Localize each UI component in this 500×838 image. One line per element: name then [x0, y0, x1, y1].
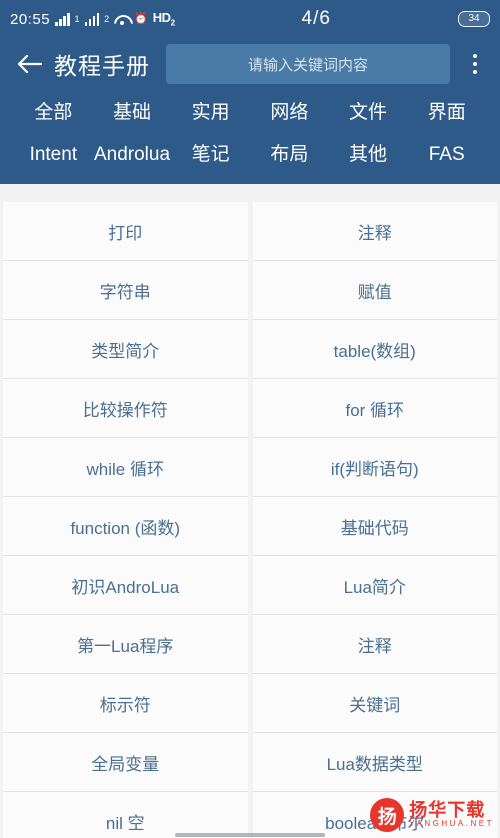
- app-bar: 教程手册 请输入关键词内容: [0, 38, 500, 94]
- category-tab-ui[interactable]: 界面: [407, 96, 486, 130]
- battery-icon: 34: [458, 11, 490, 27]
- list-item[interactable]: 打印: [3, 202, 248, 261]
- status-bar: 20:55 1 2 ⏰ HD2 4/6 34: [0, 0, 500, 38]
- list-item[interactable]: 初识AndroLua: [3, 556, 248, 615]
- list-item[interactable]: nil 空: [3, 792, 248, 838]
- search-input[interactable]: 请输入关键词内容: [166, 44, 450, 84]
- alarm-icon: ⏰: [134, 12, 148, 25]
- page-title: 教程手册: [54, 53, 150, 79]
- category-tab-file[interactable]: 文件: [329, 96, 408, 130]
- list-item[interactable]: boolean 布尔: [252, 792, 497, 838]
- category-tab-notes[interactable]: 笔记: [171, 138, 250, 172]
- list-item[interactable]: table(数组): [252, 320, 497, 379]
- list-item[interactable]: 基础代码: [252, 497, 497, 556]
- sim1-label: 1: [74, 14, 80, 24]
- category-tab-other[interactable]: 其他: [329, 138, 408, 172]
- list-item[interactable]: while 循环: [3, 438, 248, 497]
- tutorial-list[interactable]: 打印 注释 字符串 赋值 类型简介 table(数组) 比较操作符 for 循环…: [0, 198, 500, 838]
- signal-bars-icon-1: [55, 12, 70, 26]
- page-indicator: 4/6: [301, 8, 331, 29]
- tutorial-grid: 打印 注释 字符串 赋值 类型简介 table(数组) 比较操作符 for 循环…: [0, 198, 500, 838]
- list-item[interactable]: if(判断语句): [252, 438, 497, 497]
- status-bar-right: 34: [458, 11, 490, 27]
- list-item[interactable]: 关键词: [252, 674, 497, 733]
- category-tabs: 全部 基础 实用 网络 文件 界面 Intent Androlua 笔记 布局 …: [0, 94, 500, 184]
- list-item[interactable]: 注释: [252, 615, 497, 674]
- phone-screen: 20:55 1 2 ⏰ HD2 4/6 34 教程手册 请输入关键词内容 全部: [0, 0, 500, 838]
- category-tab-androlua[interactable]: Androlua: [93, 138, 172, 172]
- list-item[interactable]: 赋值: [252, 261, 497, 320]
- category-tab-basic[interactable]: 基础: [93, 96, 172, 130]
- category-row-1: 全部 基础 实用 网络 文件 界面: [0, 96, 500, 130]
- category-tab-intent[interactable]: Intent: [14, 138, 93, 172]
- wifi-icon: [114, 14, 129, 25]
- list-item[interactable]: 类型简介: [3, 320, 248, 379]
- category-tab-network[interactable]: 网络: [250, 96, 329, 130]
- status-clock: 20:55: [10, 10, 51, 28]
- category-row-2: Intent Androlua 笔记 布局 其他 FAS: [0, 138, 500, 172]
- list-item[interactable]: 字符串: [3, 261, 248, 320]
- signal-bars-icon-2: [84, 12, 100, 26]
- list-item[interactable]: 标示符: [3, 674, 248, 733]
- list-item[interactable]: Lua数据类型: [252, 733, 497, 792]
- category-tab-practical[interactable]: 实用: [171, 96, 250, 130]
- hd-icon: HD2: [152, 10, 175, 28]
- category-tab-all[interactable]: 全部: [14, 96, 93, 130]
- list-item[interactable]: for 循环: [252, 379, 497, 438]
- back-arrow-icon[interactable]: [12, 47, 46, 81]
- status-bar-left: 20:55 1 2 ⏰ HD2: [10, 10, 175, 28]
- sim2-label: 2: [104, 14, 110, 24]
- list-item[interactable]: 比较操作符: [3, 379, 248, 438]
- more-vertical-icon[interactable]: [462, 47, 488, 81]
- list-item[interactable]: 注释: [252, 202, 497, 261]
- list-item[interactable]: 第一Lua程序: [3, 615, 248, 674]
- category-tab-fas[interactable]: FAS: [407, 138, 486, 172]
- list-item[interactable]: 全局变量: [3, 733, 248, 792]
- list-item[interactable]: Lua简介: [252, 556, 497, 615]
- list-item[interactable]: function (函数): [3, 497, 248, 556]
- category-tab-layout[interactable]: 布局: [250, 138, 329, 172]
